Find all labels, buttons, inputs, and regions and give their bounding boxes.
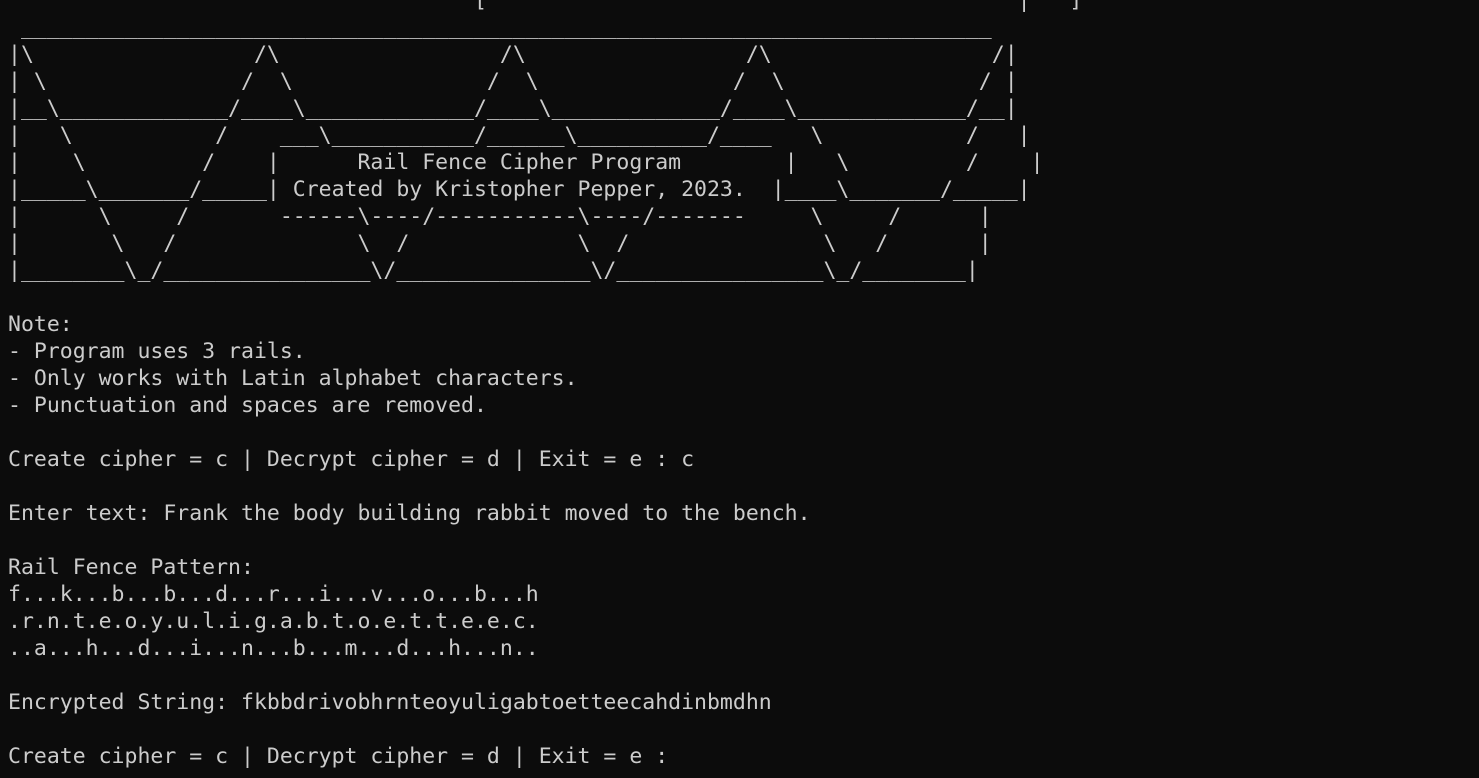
note-item: - Only works with Latin alphabet charact… — [8, 366, 578, 391]
banner-line-0: [ | ] — [8, 0, 1083, 13]
banner-line-1: ________________________________________… — [8, 15, 992, 40]
banner-line-5: | \ / ___\___________/______\__________/… — [8, 123, 1031, 148]
pattern-row-2: .r.n.t.e.o.y.u.l.i.g.a.b.t.o.e.t.t.e.e.c… — [8, 609, 539, 634]
banner-line-3: | \ / \ / \ / \ / | — [8, 69, 1018, 94]
note-item: - Punctuation and spaces are removed. — [8, 393, 487, 418]
active-prompt-line[interactable]: Create cipher = c | Decrypt cipher = d |… — [8, 743, 1082, 770]
terminal-output: [ | ] __________________________________… — [8, 0, 1082, 770]
banner-line-2: |\ /\ /\ /\ /| — [8, 42, 1018, 67]
banner-line-10: |________\_/________________\/__________… — [8, 258, 979, 283]
enter-text-line: Enter text: Frank the body building rabb… — [8, 501, 811, 526]
pattern-row-3: ..a...h...d...i...n...b...m...d...h...n.… — [8, 636, 539, 661]
active-prompt-text: Create cipher = c | Decrypt cipher = d |… — [8, 744, 682, 769]
banner-line-4: |__\_____________/____\_____________/___… — [8, 96, 1018, 121]
pattern-row-1: f...k...b...b...d...r...i...v...o...b...… — [8, 582, 539, 607]
pattern-heading: Rail Fence Pattern: — [8, 555, 254, 580]
terminal-window[interactable]: [ | ] __________________________________… — [0, 0, 1479, 778]
banner-line-9: | \ / \ / \ / \ / | — [8, 231, 992, 256]
input-cursor[interactable] — [681, 745, 693, 767]
banner-line-8: | \ / ------\----/-----------\----/-----… — [8, 204, 992, 229]
banner-line-7: |_____\_______/_____| Created by Kristop… — [8, 177, 1031, 202]
menu-prompt-line: Create cipher = c | Decrypt cipher = d |… — [8, 447, 695, 472]
note-heading: Note: — [8, 312, 73, 337]
banner-line-6: | \ / | Rail Fence Cipher Program | \ / … — [8, 150, 1044, 175]
note-item: - Program uses 3 rails. — [8, 339, 306, 364]
encrypted-string-line: Encrypted String: fkbbdrivobhrnteoyuliga… — [8, 690, 772, 715]
